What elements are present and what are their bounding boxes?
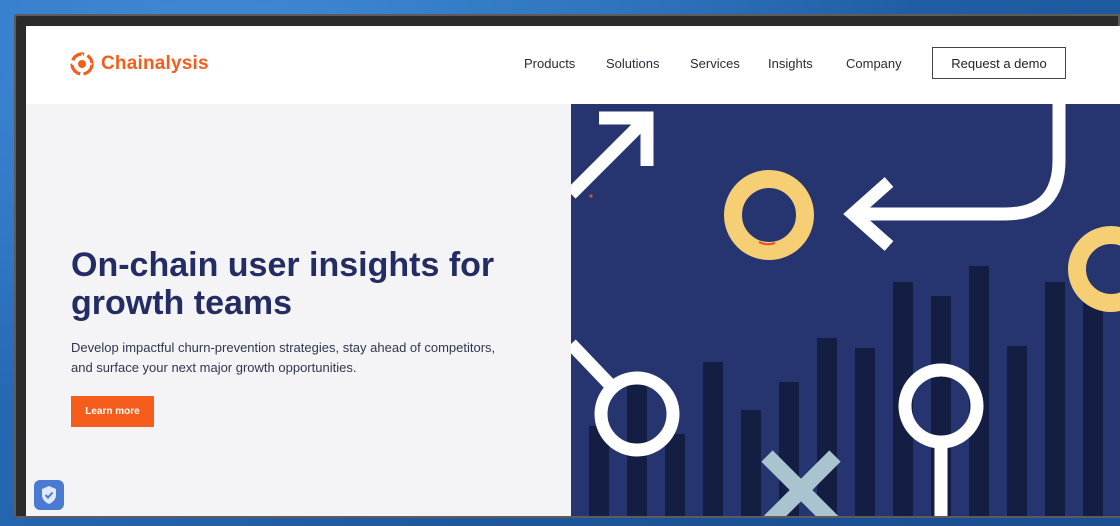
nav-products[interactable]: Products: [524, 56, 606, 71]
nav-insights[interactable]: Insights: [768, 56, 846, 71]
hero-title: On-chain user insights for growth teams: [71, 246, 495, 322]
shield-check-icon: [42, 486, 56, 504]
site-header: Chainalysis Products Solutions Services …: [26, 26, 1120, 104]
nav-solutions[interactable]: Solutions: [606, 56, 690, 71]
nav-services[interactable]: Services: [690, 56, 768, 71]
hero-illustration: [571, 104, 1120, 516]
privacy-badge[interactable]: [34, 480, 64, 510]
hero-description: Develop impactful churn-prevention strat…: [71, 340, 496, 375]
request-demo-button[interactable]: Request a demo: [932, 47, 1066, 79]
brand-logo[interactable]: Chainalysis: [70, 50, 209, 78]
main-nav: Products Solutions Services Insights Com…: [524, 56, 916, 71]
learn-more-button[interactable]: Learn more: [71, 396, 154, 427]
chainalysis-logo-icon: [70, 52, 94, 76]
brand-name: Chainalysis: [101, 53, 209, 74]
nav-company[interactable]: Company: [846, 56, 916, 71]
website-screen: Chainalysis Products Solutions Services …: [26, 26, 1120, 516]
strategy-diagram: [571, 104, 1120, 516]
